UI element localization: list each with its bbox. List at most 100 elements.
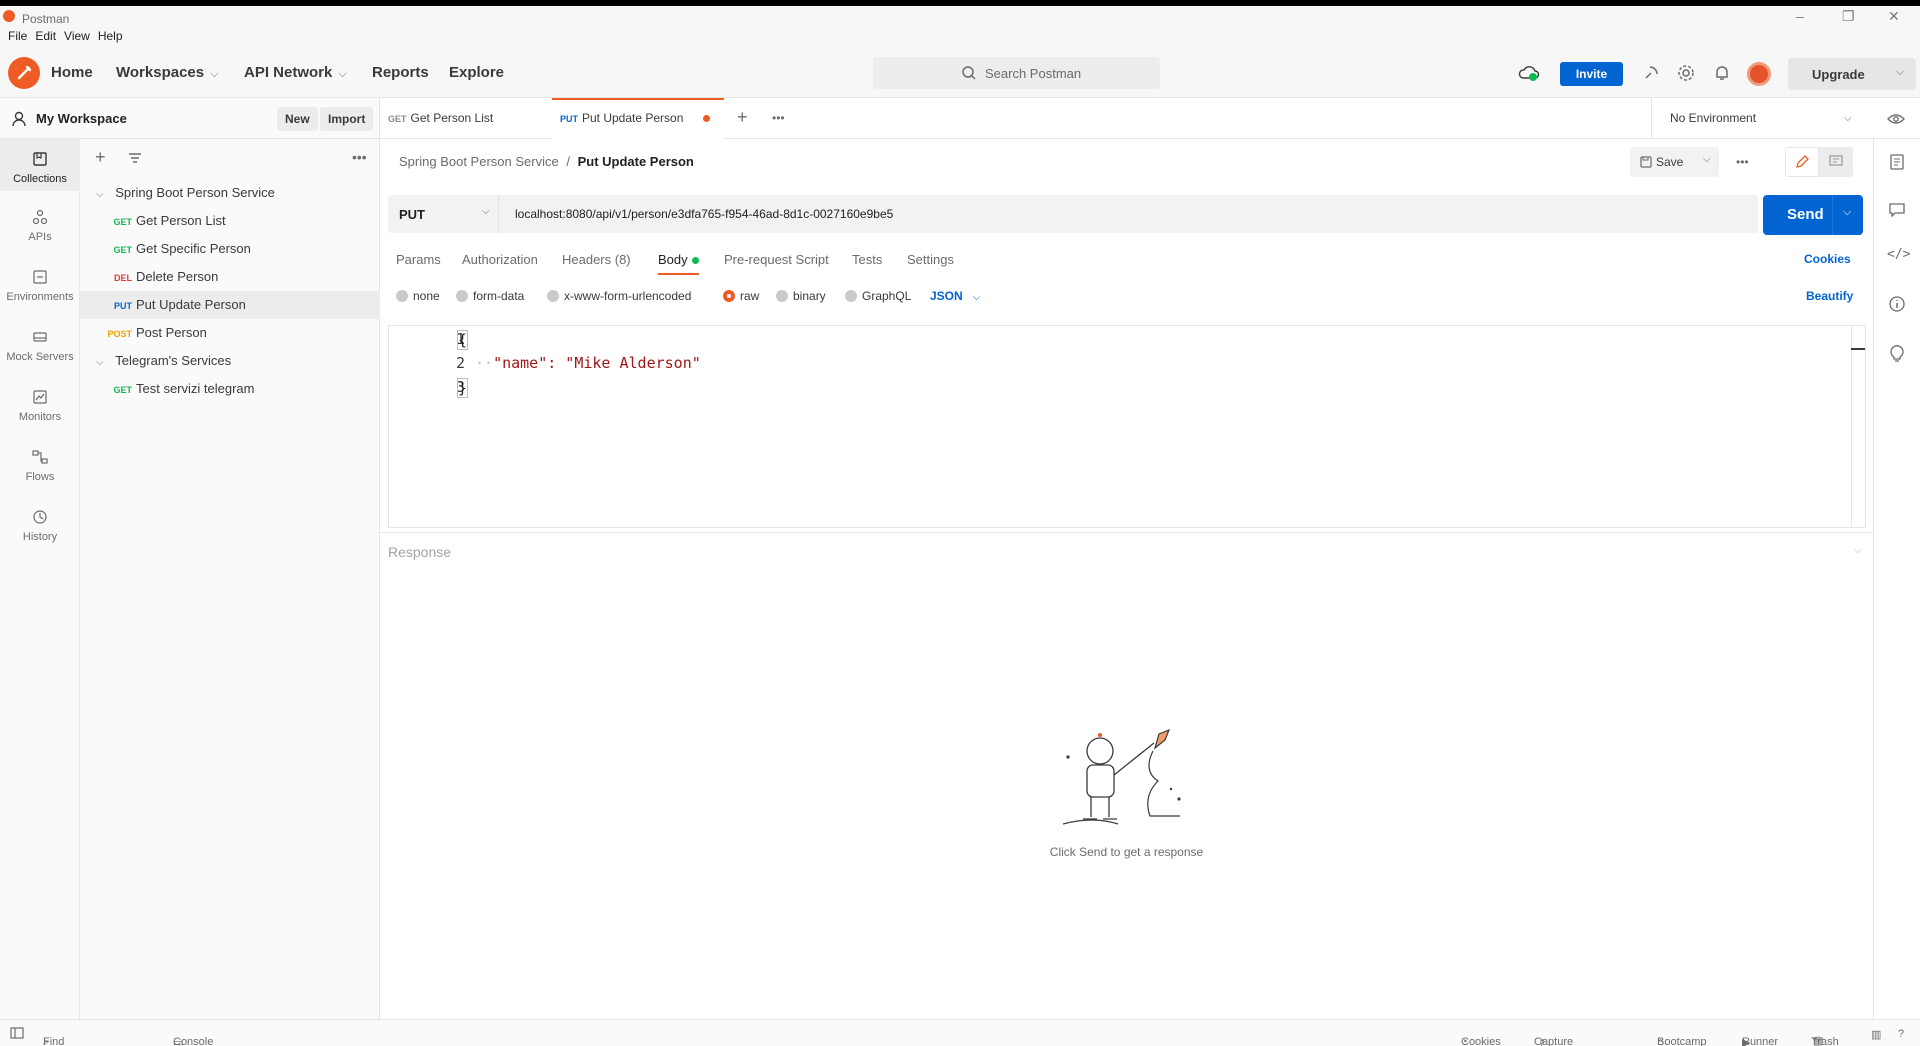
tab-params[interactable]: Params (396, 252, 441, 267)
satellite-icon[interactable] (1642, 64, 1660, 82)
menu-file[interactable]: File (8, 26, 27, 46)
menu-edit[interactable]: Edit (35, 26, 56, 46)
help-icon[interactable]: ? (1898, 1028, 1904, 1040)
tab-put-update-person[interactable]: PUT Put Update Person (552, 98, 724, 139)
radio-form-data[interactable]: form-data (456, 289, 524, 303)
invite-button[interactable]: Invite (1560, 62, 1623, 86)
environment-selector[interactable]: No Environment ⌵ (1651, 98, 1863, 139)
postman-brand-icon[interactable] (8, 57, 40, 89)
menu-view[interactable]: View (64, 26, 90, 46)
comments-icon[interactable] (1889, 203, 1905, 217)
tab-tests[interactable]: Tests (852, 252, 882, 267)
scrollbar-thumb[interactable] (1851, 348, 1865, 350)
info-icon[interactable] (1889, 296, 1905, 312)
tree-folder-telegram[interactable]: ⌵ Telegram's Services (80, 347, 380, 375)
sync-cloud-icon[interactable] (1518, 63, 1540, 83)
rail-environments[interactable]: Environments (0, 269, 80, 303)
tree-request[interactable]: GET Get Person List (80, 207, 380, 235)
nav-api-network[interactable]: API Network ⌵ (244, 64, 347, 81)
documentation-icon[interactable] (1890, 154, 1904, 170)
workspace-header: My Workspace New Import (0, 98, 380, 139)
rail-apis[interactable]: APIs (0, 209, 80, 243)
lightbulb-icon[interactable] (1890, 344, 1904, 362)
tree-request-selected[interactable]: PUT Put Update Person (80, 291, 380, 319)
request-label: Get Person List (136, 213, 226, 228)
minimize-button[interactable]: – (1796, 8, 1804, 24)
body-format-select[interactable]: JSON ⌵ (930, 289, 980, 303)
nav-home[interactable]: Home (51, 64, 93, 81)
two-pane-icon[interactable]: ▥ (1871, 1028, 1881, 1041)
pencil-icon (1796, 155, 1809, 168)
radio-raw[interactable]: raw (723, 289, 759, 303)
method-select[interactable]: PUT (399, 207, 425, 222)
save-button[interactable]: Save ⌵ (1630, 147, 1719, 177)
tree-request[interactable]: DEL Delete Person (80, 263, 380, 291)
tab-authorization[interactable]: Authorization (462, 252, 538, 267)
breadcrumb-parent[interactable]: Spring Boot Person Service (399, 154, 559, 169)
response-hint: Click Send to get a response (1049, 845, 1204, 859)
restore-button[interactable]: ❐ (1842, 8, 1855, 25)
eye-icon[interactable] (1887, 112, 1905, 126)
add-collection-icon[interactable]: + (95, 147, 106, 168)
chevron-down-icon[interactable]: ⌵ (1703, 154, 1711, 165)
chevron-down-icon[interactable]: ⌵ (1843, 206, 1851, 219)
more-tabs-icon[interactable]: ••• (772, 111, 785, 125)
tab-pre-request-script[interactable]: Pre-request Script (724, 252, 829, 267)
nav-explore[interactable]: Explore (449, 64, 504, 81)
breadcrumb: Spring Boot Person Service / Put Update … (399, 154, 694, 169)
chevron-down-icon[interactable]: ⌵ (482, 206, 490, 217)
folder-label: Telegram's Services (115, 353, 232, 368)
radio-binary[interactable]: binary (776, 289, 826, 303)
comment-mode-button[interactable] (1819, 147, 1853, 177)
code-icon[interactable]: </> (1887, 247, 1910, 262)
nav-reports[interactable]: Reports (372, 64, 429, 81)
runner-label: Runner (1742, 1036, 1779, 1046)
close-window-button[interactable]: ✕ (1888, 8, 1900, 25)
chevron-down-icon[interactable]: ⌵ (1854, 545, 1862, 556)
new-tab-icon[interactable]: + (737, 107, 748, 128)
more-options-icon[interactable]: ••• (352, 149, 367, 165)
radio-none[interactable]: none (396, 289, 440, 303)
body-editor[interactable]: 1 2 3 { ··"name": "Mike Alderson" } (388, 325, 1866, 528)
chevron-down-icon[interactable]: ⌵ (1896, 66, 1904, 79)
workspace-name[interactable]: My Workspace (36, 111, 127, 126)
new-button[interactable]: New (277, 107, 318, 131)
tab-headers[interactable]: Headers (8) (562, 252, 631, 267)
request-more-icon[interactable]: ••• (1736, 155, 1749, 169)
edit-mode-button[interactable] (1785, 147, 1819, 177)
radio-label: raw (740, 289, 760, 303)
cookies-link[interactable]: Cookies (1804, 252, 1851, 266)
method-badge: DEL (114, 273, 132, 283)
rail-monitors[interactable]: Monitors (0, 389, 80, 423)
tab-get-person-list[interactable]: GET Get Person List (388, 98, 550, 139)
avatar[interactable] (1747, 62, 1771, 86)
rail-mock-servers[interactable]: Mock Servers (0, 329, 80, 363)
url-input[interactable]: localhost:8080/api/v1/person/e3dfa765-f9… (515, 207, 893, 221)
radio-x-www-form-urlencoded[interactable]: x-www-form-urlencoded (547, 289, 691, 303)
gear-icon[interactable] (1677, 64, 1695, 82)
import-button[interactable]: Import (320, 107, 374, 131)
tab-body[interactable]: Body (658, 252, 699, 275)
tab-settings[interactable]: Settings (907, 252, 954, 267)
collections-sidebar: + ••• ⌵ Spring Boot Person Service GET Ge… (80, 139, 380, 1019)
tree-request[interactable]: GET Test servizi telegram (80, 375, 380, 403)
rail-history[interactable]: History (0, 509, 80, 543)
tree-request[interactable]: POST Post Person (80, 319, 380, 347)
upgrade-button[interactable]: Upgrade ⌵ (1788, 58, 1916, 90)
search-input[interactable]: Search Postman (873, 57, 1160, 89)
filter-icon[interactable] (128, 152, 142, 164)
tree-folder-spring-boot[interactable]: ⌵ Spring Boot Person Service (80, 179, 380, 207)
tree-request[interactable]: GET Get Specific Person (80, 235, 380, 263)
toggle-sidebar-icon[interactable] (10, 1027, 24, 1039)
menu-help[interactable]: Help (98, 26, 123, 46)
radio-icon (723, 290, 735, 302)
request-label: Put Update Person (136, 297, 246, 312)
rail-collections[interactable]: Collections (0, 139, 80, 191)
radio-graphql[interactable]: GraphQL (845, 289, 911, 303)
beautify-link[interactable]: Beautify (1806, 289, 1853, 303)
bell-icon[interactable] (1713, 64, 1731, 82)
rail-flows[interactable]: Flows (0, 449, 80, 483)
nav-workspaces[interactable]: Workspaces ⌵ (116, 64, 218, 81)
send-button[interactable]: Send ⌵ (1763, 195, 1863, 235)
method-badge: GET (113, 245, 132, 255)
